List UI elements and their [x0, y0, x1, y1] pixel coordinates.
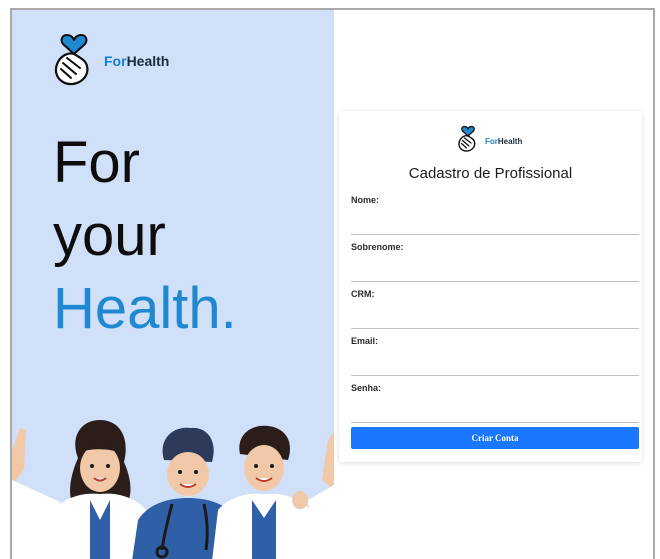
crm-field: CRM: — [351, 289, 639, 329]
surname-label: Sobrenome: — [351, 242, 404, 252]
headline-line-2: your — [53, 203, 166, 268]
password-label: Senha: — [351, 383, 382, 393]
name-input[interactable] — [351, 216, 639, 232]
email-field: Email: — [351, 336, 639, 376]
signup-card: ForHealth Cadastro de Profissional Nome:… — [339, 111, 642, 462]
card-brand: ForHealth — [457, 125, 522, 153]
crm-label: CRM: — [351, 289, 375, 299]
heart-hand-icon — [54, 34, 89, 86]
hero-panel: ForHealth For your Health. — [12, 10, 334, 559]
doctors-illustration — [12, 420, 334, 559]
name-field: Nome: — [351, 195, 639, 235]
hero-headline: For your Health. — [53, 126, 237, 345]
name-label: Nome: — [351, 195, 380, 205]
create-account-button[interactable]: Criar Conta — [351, 427, 639, 449]
form-title: Cadastro de Profissional — [408, 165, 573, 182]
brand: ForHealth — [54, 32, 169, 88]
crm-input[interactable] — [351, 310, 639, 326]
surname-field: Sobrenome: — [351, 242, 639, 282]
headline-line-1: For — [53, 130, 140, 195]
password-input[interactable] — [351, 404, 639, 420]
brand-name: ForHealth — [104, 53, 170, 69]
email-label: Email: — [351, 336, 379, 346]
password-field: Senha: — [351, 383, 639, 423]
email-input[interactable] — [351, 357, 639, 373]
card-brand-name: ForHealth — [485, 136, 523, 146]
app-window: ForHealth For your Health. ForHealth Cad… — [10, 8, 655, 559]
surname-input[interactable] — [351, 263, 639, 279]
heart-hand-icon — [458, 125, 476, 152]
headline-line-3: Health. — [53, 276, 237, 341]
